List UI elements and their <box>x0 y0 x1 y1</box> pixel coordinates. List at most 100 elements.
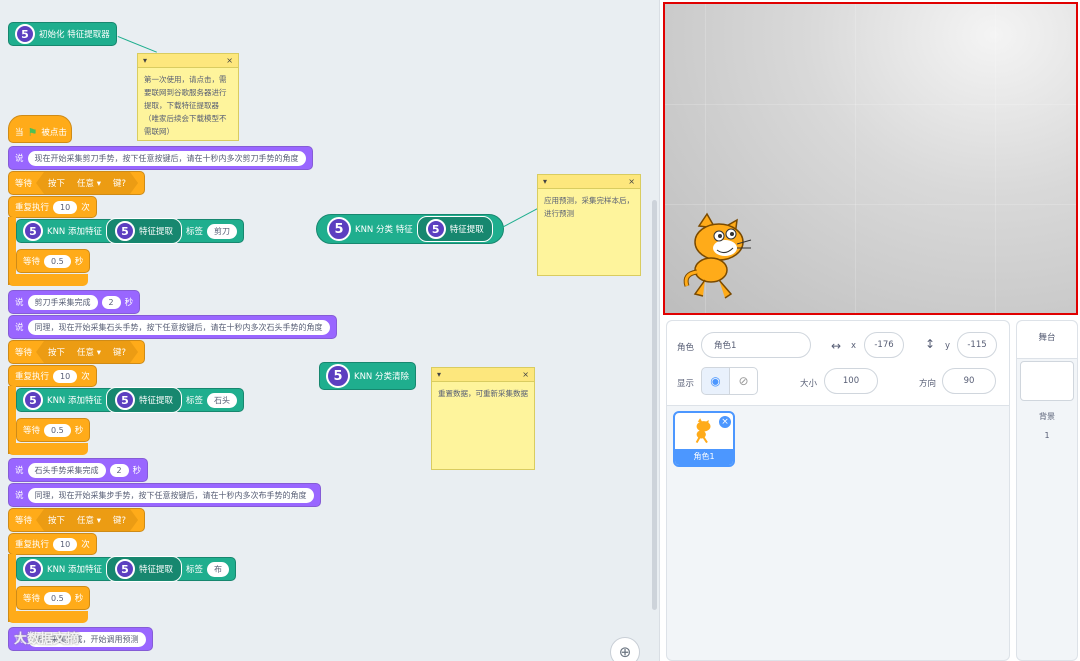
comment-note[interactable]: ▾ × 第一次使用，请点击，需要联网到谷歌服务器进行提取，下载特征提取器（唯家后续… <box>137 53 239 141</box>
hide-sprite-eye-icon[interactable]: ⊘ <box>729 367 758 395</box>
hat-label: 当 <box>15 128 24 138</box>
extension-icon: 5 <box>115 221 135 241</box>
stage-selector-pane[interactable]: 舞台 背景 1 <box>1016 320 1078 661</box>
code-workspace[interactable]: 5 初始化 特征提取器 ▾ × 第一次使用，请点击，需要联网到谷歌服务器进行提取，… <box>0 0 660 661</box>
wait-until-block[interactable]: 等待 按下 任意 ▾ 键? <box>8 508 146 532</box>
repeat-unit: 次 <box>81 372 90 382</box>
extension-icon: 5 <box>326 364 350 388</box>
say-for-secs-block[interactable]: 说 剪刀手采集完成 2 秒 <box>8 290 141 314</box>
wait-seconds-block[interactable]: 等待 0.5 秒 <box>16 418 91 442</box>
say-for-secs-block[interactable]: 说 石头手势采集完成 2 秒 <box>8 458 149 482</box>
say-text-input[interactable]: 现在开始采集剪刀手势，按下任意按键后，请在十秒内多次剪刀手势的角度 <box>27 150 306 166</box>
y-input[interactable]: -115 <box>957 332 997 358</box>
say-text-input[interactable]: 同理，现在开始采集石头手势，按下任意按键后，请在十秒内多次石头手势的角度 <box>27 319 330 335</box>
stage-title: 舞台 <box>1017 321 1077 359</box>
when-flag-clicked-block[interactable]: 当 ⚑ 被点击 <box>8 115 72 143</box>
show-label: 显示 <box>677 379 695 389</box>
key-pressed-condition[interactable]: 按下 任意 ▾ 键? <box>36 341 138 363</box>
say-block[interactable]: 说 同理，现在开始采集石头手势，按下任意按键后，请在十秒内多次石头手势的角度 <box>8 315 337 339</box>
knn-clear-block[interactable]: 5 KNN 分类清除 <box>319 362 416 390</box>
say-text-input[interactable]: 剪刀手采集完成 <box>27 294 98 310</box>
direction-input[interactable]: 90 <box>942 368 996 394</box>
delete-sprite-icon[interactable]: × <box>718 415 732 429</box>
seconds-input[interactable]: 0.5 <box>44 423 71 437</box>
tag-label: 标签 <box>186 565 204 575</box>
size-input[interactable]: 100 <box>824 368 878 394</box>
cat-sprite[interactable] <box>679 212 769 304</box>
close-icon[interactable]: × <box>522 368 529 381</box>
repeat-block[interactable]: 重复执行 10 次 <box>8 533 97 555</box>
stage-thumbnail[interactable] <box>1020 361 1074 401</box>
show-sprite-eye-icon[interactable]: ◉ <box>701 367 730 395</box>
y-arrows-icon: ↕ <box>925 337 936 351</box>
tag-input[interactable]: 布 <box>207 561 230 577</box>
knn-classify-reporter[interactable]: 5 KNN 分类 特征 5 特征提取 <box>316 214 504 244</box>
sprite-name-input[interactable]: 角色1 <box>701 332 811 358</box>
wait-verb: 等待 <box>15 179 33 189</box>
repeat-count-input[interactable]: 10 <box>53 200 78 214</box>
seconds-input[interactable]: 0.5 <box>44 254 71 268</box>
seconds-input[interactable]: 0.5 <box>44 591 71 605</box>
key-dropdown[interactable]: 任意 ▾ <box>71 175 107 191</box>
collapse-icon[interactable]: ▾ <box>143 54 147 67</box>
knn-add-feature-block[interactable]: 5 KNN 添加特征 5 特征提取 标签 剪刀 <box>16 218 245 244</box>
wait-verb: 等待 <box>15 348 33 358</box>
feature-reporter[interactable]: 5 特征提取 <box>106 218 183 244</box>
tag-input[interactable]: 石头 <box>207 392 238 408</box>
say-text-input[interactable]: 石头手势采集完成 <box>27 462 106 478</box>
collapse-icon[interactable]: ▾ <box>543 175 547 188</box>
extension-icon: 5 <box>115 559 135 579</box>
comment-note[interactable]: ▾ × 重置数据，可重新采集数据 <box>431 367 535 470</box>
say-verb: 说 <box>15 466 24 476</box>
repeat-block[interactable]: 重复执行 10 次 <box>8 196 97 218</box>
key-dropdown-value: 任意 <box>77 348 95 358</box>
key-pressed-condition[interactable]: 按下 任意 ▾ 键? <box>36 509 138 531</box>
repeat-block[interactable]: 重复执行 10 次 <box>8 365 97 387</box>
comment-note[interactable]: ▾ × 应用预测，采集完样本后，进行预测 <box>537 174 641 276</box>
workspace-scrollbar[interactable] <box>652 200 657 610</box>
wait-until-block[interactable]: 等待 按下 任意 ▾ 键? <box>8 340 146 364</box>
extension-icon: 5 <box>327 217 351 241</box>
block-label: 初始化 特征提取器 <box>39 30 110 40</box>
say-block[interactable]: 说 同理，现在开始采集步手势，按下任意按键后，请在十秒内多次布手势的角度 <box>8 483 321 507</box>
tag-label: 标签 <box>186 227 204 237</box>
seconds-input[interactable]: 2 <box>109 463 129 477</box>
x-input[interactable]: -176 <box>864 332 904 358</box>
seconds-input[interactable]: 2 <box>101 295 121 309</box>
backdrop-count: 1 <box>1044 431 1050 440</box>
seconds-unit: 秒 <box>74 594 84 604</box>
feature-reporter[interactable]: 5 特征提取 <box>106 387 183 413</box>
block-label: KNN 添加特征 <box>47 396 102 406</box>
say-block[interactable]: 说 现在开始采集剪刀手势，按下任意按键后，请在十秒内多次剪刀手势的角度 <box>8 146 313 170</box>
knn-add-feature-block[interactable]: 5 KNN 添加特征 5 特征提取 标签 石头 <box>16 387 245 413</box>
sprite-thumbnail-name: 角色1 <box>675 449 733 465</box>
block-label: KNN 添加特征 <box>47 565 102 575</box>
repeat-count-input[interactable]: 10 <box>53 369 78 383</box>
stage-canvas[interactable] <box>663 2 1078 315</box>
extension-icon: 5 <box>115 390 135 410</box>
say-text-input[interactable]: 同理，现在开始采集步手势，按下任意按键后，请在十秒内多次布手势的角度 <box>27 487 314 503</box>
key-dropdown[interactable]: 任意 ▾ <box>71 344 107 360</box>
knn-add-feature-block[interactable]: 5 KNN 添加特征 5 特征提取 标签 布 <box>16 556 237 582</box>
wait-seconds-block[interactable]: 等待 0.5 秒 <box>16 249 91 273</box>
collapse-icon[interactable]: ▾ <box>437 368 441 381</box>
repeat-verb: 重复执行 <box>15 540 50 550</box>
wait-until-block[interactable]: 等待 按下 任意 ▾ 键? <box>8 171 146 195</box>
init-feature-extractor-block[interactable]: 5 初始化 特征提取器 <box>8 22 117 46</box>
key-dropdown[interactable]: 任意 ▾ <box>71 512 107 528</box>
tag-input[interactable]: 剪刀 <box>207 223 238 239</box>
note-text: 应用预测，采集完样本后，进行预测 <box>544 196 634 218</box>
say-verb: 说 <box>15 298 24 308</box>
close-icon[interactable]: × <box>628 175 635 188</box>
wait-seconds-block[interactable]: 等待 0.5 秒 <box>16 586 91 610</box>
y-label: y <box>945 341 951 351</box>
close-icon[interactable]: × <box>226 54 233 67</box>
repeat-verb: 重复执行 <box>15 203 50 213</box>
zoom-in-icon[interactable]: ⊕ <box>610 637 640 661</box>
extension-icon: 5 <box>15 24 35 44</box>
watermark-text: 大数据文摘 <box>14 632 80 647</box>
repeat-count-input[interactable]: 10 <box>53 537 78 551</box>
feature-reporter[interactable]: 5 特征提取 <box>416 216 493 242</box>
feature-reporter[interactable]: 5 特征提取 <box>106 556 183 582</box>
key-pressed-condition[interactable]: 按下 任意 ▾ 键? <box>36 172 138 194</box>
